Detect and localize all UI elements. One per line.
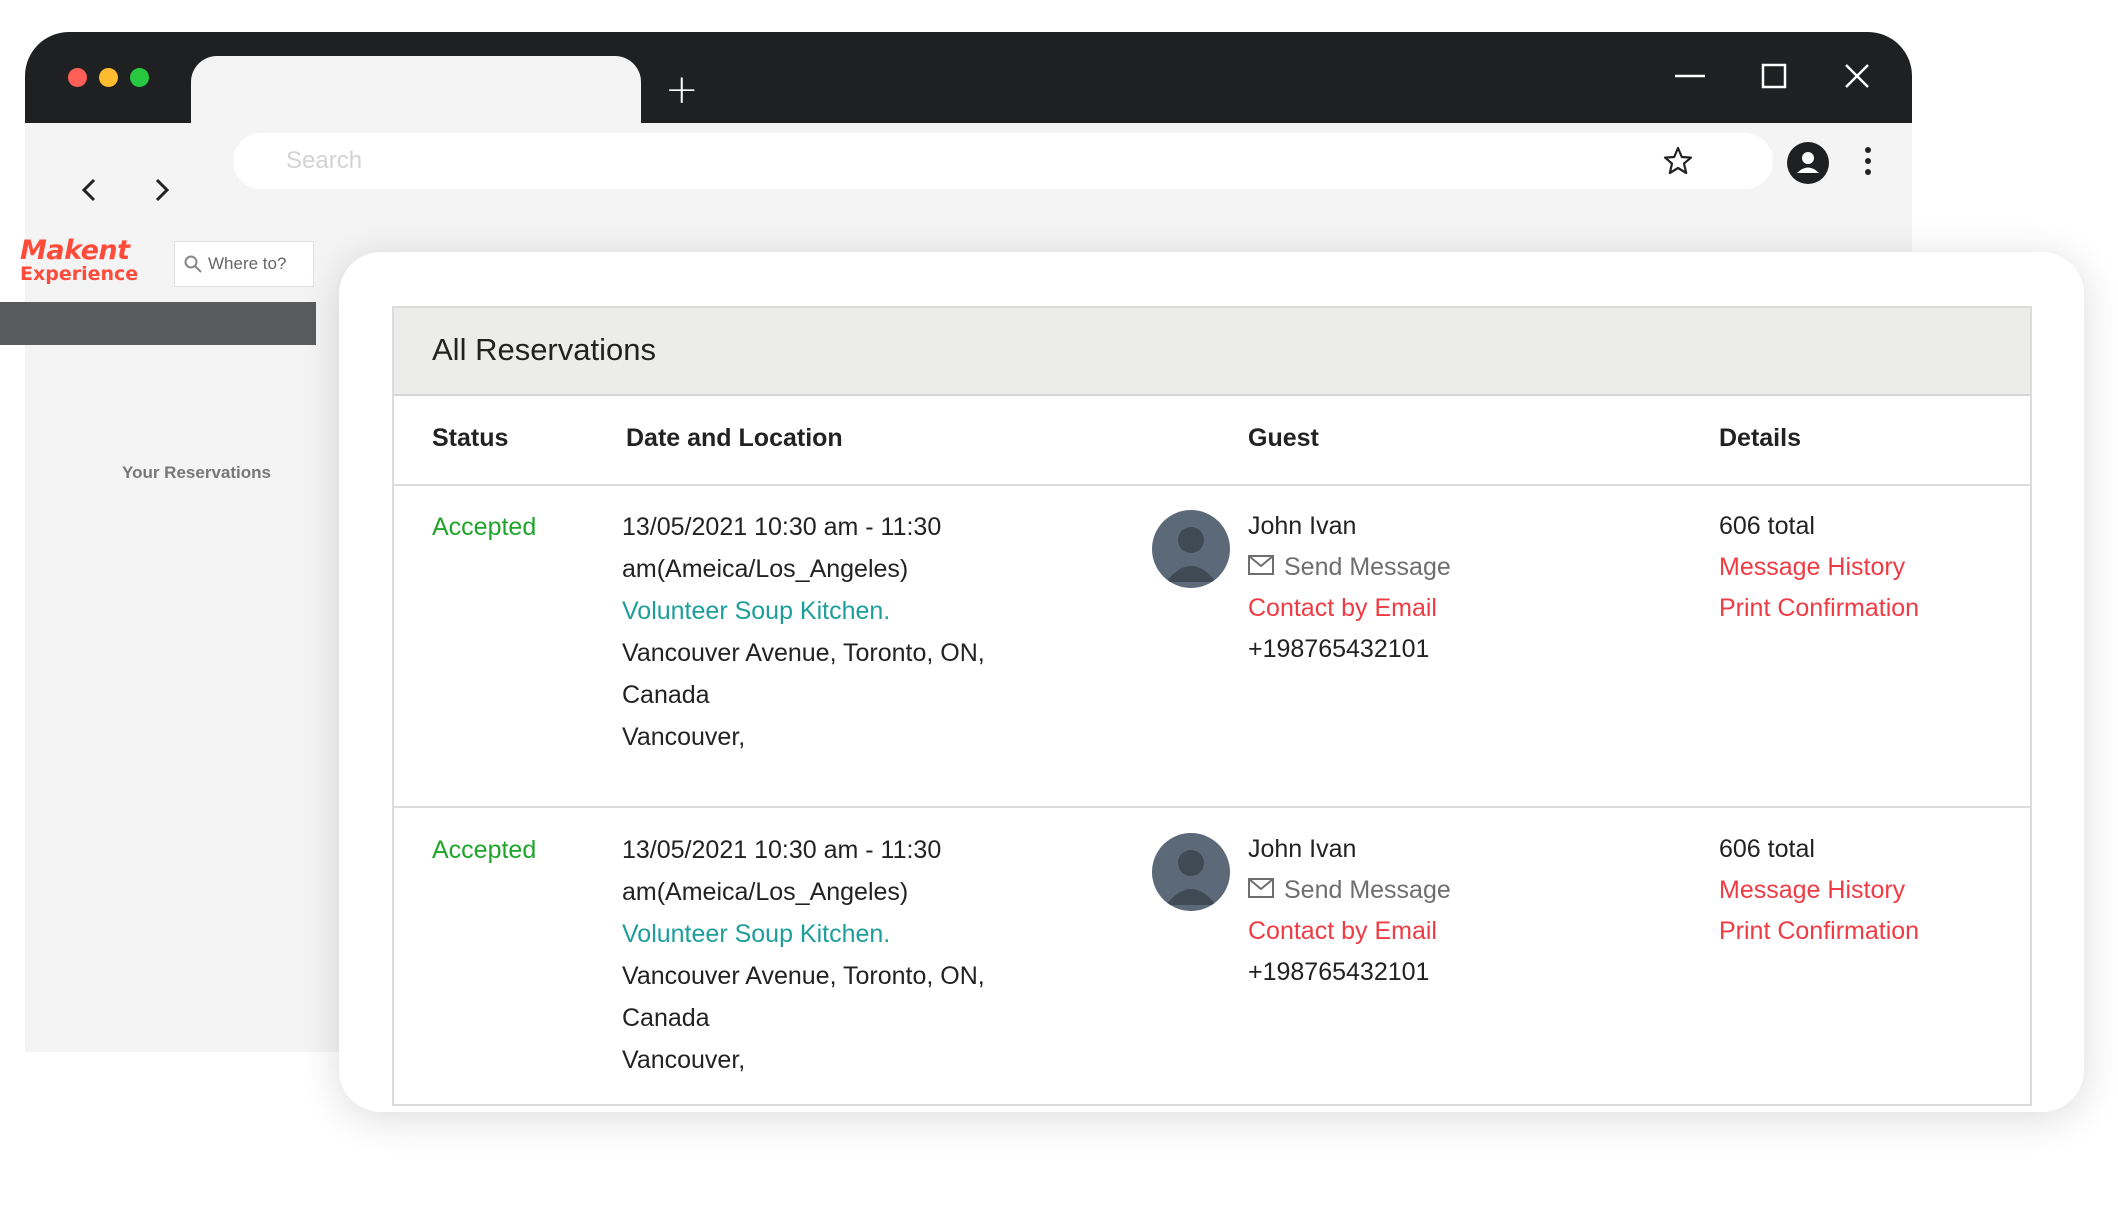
column-header-details: Details [1719, 424, 1801, 452]
browser-tab[interactable] [191, 56, 641, 124]
header-divider [394, 484, 2030, 486]
minimize-icon[interactable] [1672, 58, 1708, 94]
panel-header: All Reservations [394, 308, 2030, 396]
guest-phone: +198765432101 [1248, 958, 1430, 986]
avatar-silhouette-icon [1166, 850, 1216, 905]
logo-line-2: Experience [20, 263, 139, 285]
site-logo[interactable]: Makent Experience [20, 237, 148, 284]
guest-cell: John Ivan Send Message Contact by Email … [1248, 829, 1451, 993]
zoom-window-dot[interactable] [130, 68, 149, 87]
maximize-icon[interactable] [1756, 58, 1792, 94]
details-cell: 606 total Message History Print Confirma… [1719, 506, 1919, 629]
address-line: Vancouver Avenue, Toronto, ON, [622, 962, 985, 990]
guest-avatar[interactable] [1152, 833, 1230, 911]
location-link[interactable]: Volunteer Soup Kitchen. [622, 590, 985, 632]
date-line: 13/05/2021 10:30 am - 11:30 [622, 836, 942, 864]
send-message-link[interactable]: Send Message [1248, 870, 1451, 911]
contact-email-link[interactable]: Contact by Email [1248, 588, 1451, 629]
kebab-menu-icon[interactable] [1863, 145, 1873, 177]
chevron-right-icon[interactable] [146, 175, 176, 205]
date-line: 13/05/2021 10:30 am - 11:30 [622, 513, 942, 541]
new-tab-button[interactable]: + [665, 70, 699, 110]
logo-line-1: Makent [20, 235, 130, 266]
message-history-link[interactable]: Message History [1719, 870, 1919, 911]
address-line: Canada [622, 1004, 710, 1032]
date-location-cell: 13/05/2021 10:30 am - 11:30 am(Ameica/Lo… [622, 829, 985, 1081]
contact-email-link[interactable]: Contact by Email [1248, 911, 1451, 952]
guest-avatar[interactable] [1152, 510, 1230, 588]
timezone-line: am(Ameica/Los_Angeles) [622, 878, 909, 906]
screenshot-root: + Search Makent Experience Where to? You… [0, 0, 2118, 1208]
total-amount: 606 total [1719, 512, 1815, 540]
status-badge: Accepted [432, 513, 537, 541]
close-window-dot[interactable] [68, 68, 87, 87]
address-line: Vancouver, [622, 1046, 746, 1074]
avatar-silhouette-icon [1166, 527, 1216, 582]
site-search-input[interactable]: Where to? [174, 241, 314, 287]
sidebar-item-your-reservations[interactable]: Your Reservations [122, 463, 271, 483]
print-confirmation-link[interactable]: Print Confirmation [1719, 588, 1919, 629]
details-cell: 606 total Message History Print Confirma… [1719, 829, 1919, 952]
guest-phone: +198765432101 [1248, 635, 1430, 663]
site-subnav-bar [0, 302, 316, 345]
star-icon[interactable] [1662, 145, 1694, 177]
address-line: Canada [622, 681, 710, 709]
status-badge: Accepted [432, 836, 537, 864]
send-message-link[interactable]: Send Message [1248, 547, 1451, 588]
address-bar[interactable]: Search [233, 133, 1773, 189]
search-icon [184, 255, 202, 273]
message-history-link[interactable]: Message History [1719, 547, 1919, 588]
close-icon[interactable] [1839, 58, 1875, 94]
print-confirmation-link[interactable]: Print Confirmation [1719, 911, 1919, 952]
mail-icon [1248, 555, 1274, 576]
guest-name: John Ivan [1248, 512, 1357, 540]
column-header-status: Status [432, 424, 509, 452]
guest-cell: John Ivan Send Message Contact by Email … [1248, 506, 1451, 670]
column-header-date-location: Date and Location [626, 424, 843, 452]
column-header-guest: Guest [1248, 424, 1319, 452]
guest-name: John Ivan [1248, 835, 1357, 863]
browser-titlebar: + [25, 32, 1912, 124]
address-placeholder: Search [286, 147, 363, 174]
date-location-cell: 13/05/2021 10:30 am - 11:30 am(Ameica/Lo… [622, 506, 985, 758]
timezone-line: am(Ameica/Los_Angeles) [622, 555, 909, 583]
page-title: All Reservations [432, 332, 656, 367]
location-link[interactable]: Volunteer Soup Kitchen. [622, 913, 985, 955]
person-icon [1797, 152, 1819, 173]
site-search-placeholder: Where to? [208, 254, 287, 273]
row-divider [394, 806, 2030, 808]
address-line: Vancouver Avenue, Toronto, ON, [622, 639, 985, 667]
mail-icon [1248, 878, 1274, 899]
address-line: Vancouver, [622, 723, 746, 751]
send-message-label: Send Message [1284, 553, 1451, 581]
minimize-window-dot[interactable] [99, 68, 118, 87]
chevron-left-icon[interactable] [75, 175, 105, 205]
reservations-panel: All Reservations Status Date and Locatio… [392, 306, 2032, 1106]
user-avatar-icon[interactable] [1787, 142, 1829, 184]
total-amount: 606 total [1719, 835, 1815, 863]
send-message-label: Send Message [1284, 876, 1451, 904]
